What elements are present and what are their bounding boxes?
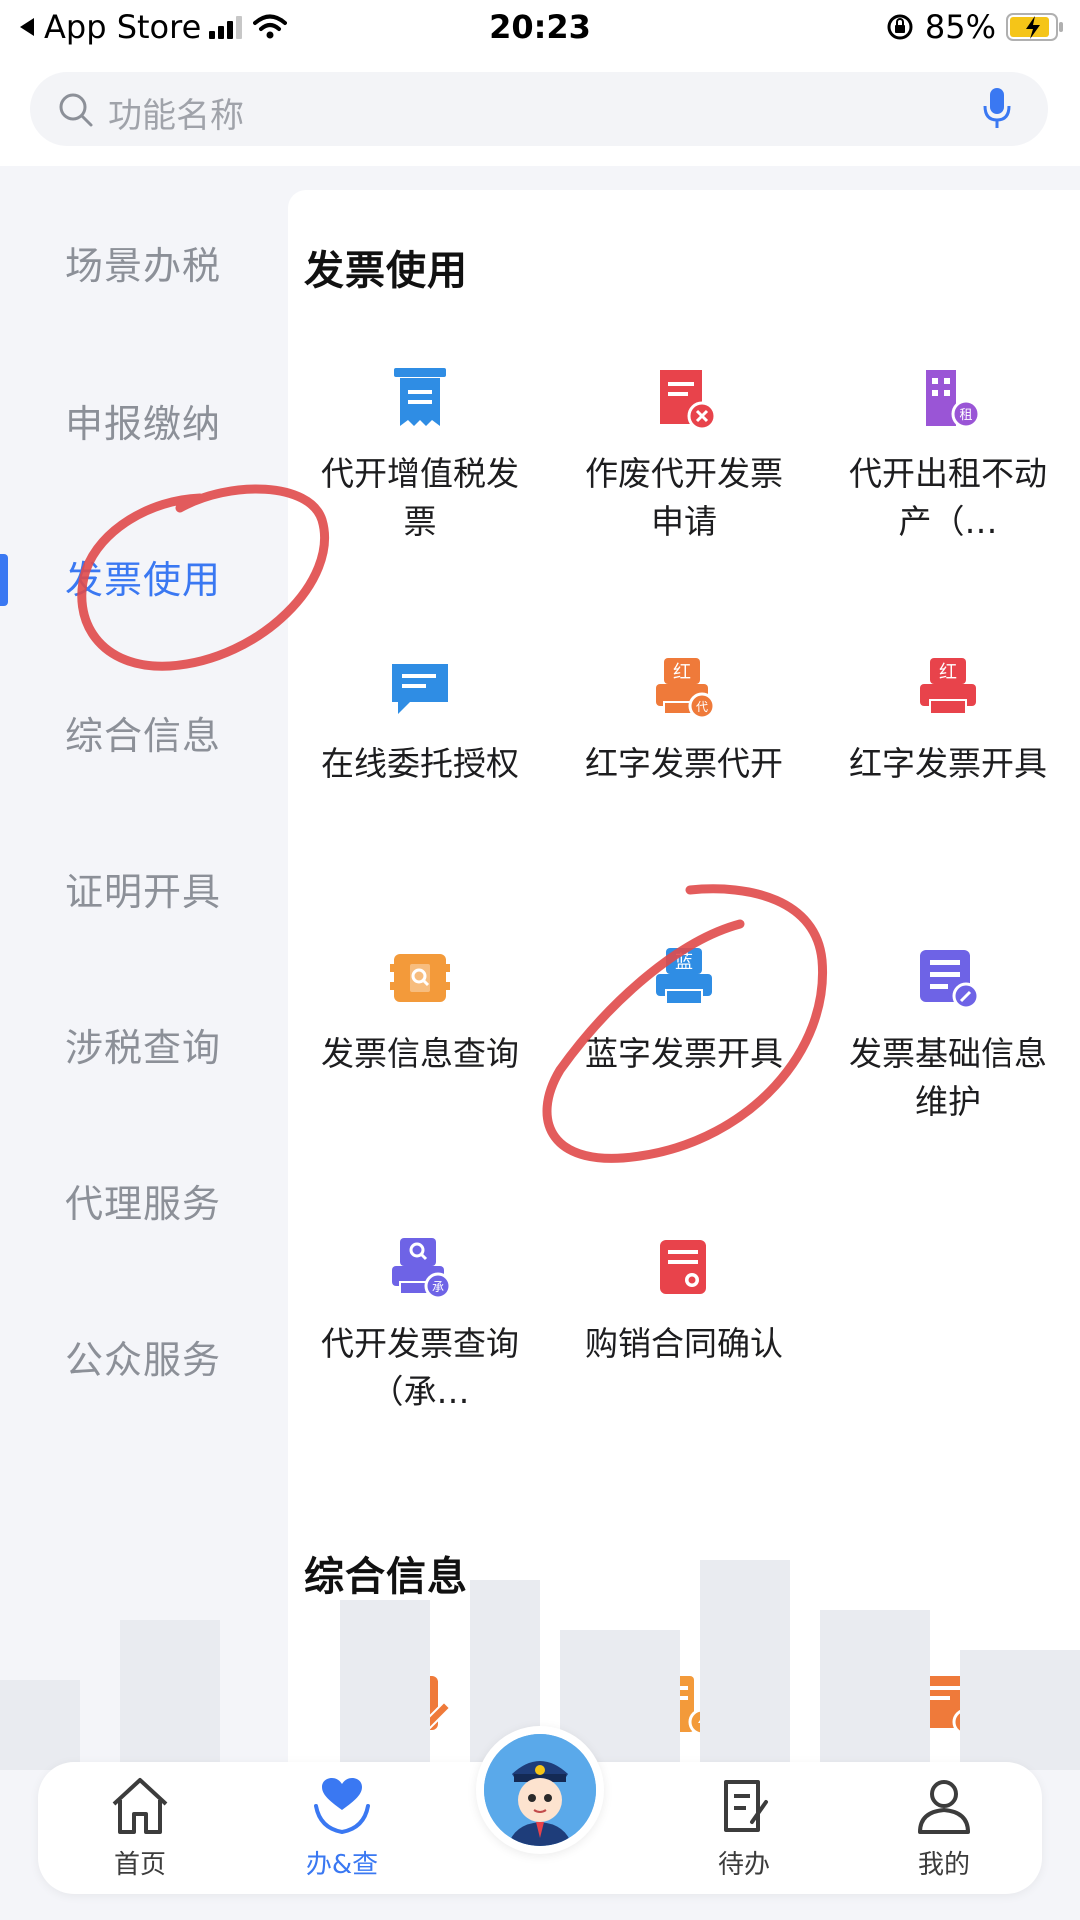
tile-label: 红字发票代开 bbox=[585, 744, 783, 783]
nav-mine[interactable]: 我的 bbox=[874, 1776, 1014, 1886]
tile-agent-rental-property[interactable]: 租 代开出租不动产（… bbox=[816, 366, 1080, 626]
battery-percent: 85% bbox=[924, 8, 996, 46]
tile-label: 发票基础信息维护 bbox=[849, 1034, 1047, 1121]
search-area: 功能名称 bbox=[0, 56, 1080, 166]
nav-handle-query[interactable]: 办&查 bbox=[272, 1776, 412, 1886]
battery-charging-icon bbox=[1006, 12, 1066, 42]
home-icon bbox=[70, 1776, 210, 1840]
center-avatar-button[interactable] bbox=[476, 1726, 604, 1854]
sidebar-item-scene-tax[interactable]: 场景办税 bbox=[0, 226, 286, 306]
tile-label: 购销合同确认 bbox=[585, 1324, 783, 1363]
invoice-maintain-icon bbox=[916, 946, 980, 1010]
sidebar-item-general-info[interactable]: 综合信息 bbox=[0, 696, 286, 776]
tax-officer-avatar-icon bbox=[484, 1734, 596, 1846]
search-icon bbox=[58, 92, 94, 132]
tile-red-invoice-agent[interactable]: 红 代 红字发票代开 bbox=[552, 656, 816, 916]
tile-blue-invoice-issue[interactable]: 蓝 蓝字发票开具 bbox=[552, 946, 816, 1206]
tile-red-invoice-issue[interactable]: 红 红字发票开具 bbox=[816, 656, 1080, 916]
tile-label: 红字发票开具 bbox=[849, 744, 1047, 783]
nav-label: 办&查 bbox=[305, 1850, 379, 1880]
heart-hands-icon bbox=[272, 1776, 412, 1840]
tile-label: 作废代开发票申请 bbox=[585, 454, 783, 541]
search-placeholder: 功能名称 bbox=[108, 96, 244, 136]
search-input[interactable]: 功能名称 bbox=[30, 72, 1048, 146]
tile-issue-vat-invoice[interactable]: 代开增值税发票 bbox=[288, 366, 552, 626]
agent-invoice-query-icon: 承 bbox=[388, 1236, 452, 1300]
nav-home[interactable]: 首页 bbox=[70, 1776, 210, 1886]
tile-void-agent-invoice[interactable]: 作废代开发票申请 bbox=[552, 366, 816, 626]
void-invoice-icon bbox=[652, 366, 717, 431]
sidebar-item-declare-pay[interactable]: 申报缴纳 bbox=[0, 384, 286, 464]
invoice-search-icon bbox=[388, 946, 452, 1010]
svg-text:代: 代 bbox=[696, 700, 708, 714]
svg-text:红: 红 bbox=[939, 662, 957, 683]
status-bar: App Store 20:23 85% bbox=[0, 0, 1080, 56]
sidebar-item-certificate[interactable]: 证明开具 bbox=[0, 852, 286, 932]
tile-label: 发票信息查询 bbox=[321, 1034, 519, 1073]
nav-label: 首页 bbox=[113, 1850, 166, 1880]
user-icon bbox=[874, 1776, 1014, 1840]
content-panel: 发票使用 代开增值税发票 作废代开发票申请 租 代开出租不动产（… 在线委托授权… bbox=[288, 190, 1080, 1770]
svg-text:租: 租 bbox=[959, 408, 972, 423]
tile-agent-invoice-query[interactable]: 承 代开发票查询（承… bbox=[288, 1236, 552, 1496]
svg-text:承: 承 bbox=[432, 1280, 444, 1294]
tile-invoice-info-query[interactable]: 发票信息查询 bbox=[288, 946, 552, 1206]
microphone-icon[interactable] bbox=[982, 86, 1012, 136]
sidebar-item-agency-service[interactable]: 代理服务 bbox=[0, 1164, 286, 1244]
todo-icon bbox=[674, 1776, 814, 1840]
tile-label: 代开发票查询（承… bbox=[321, 1324, 519, 1411]
tile-label: 代开出租不动产（… bbox=[849, 454, 1047, 541]
category-sidebar: 场景办税 申报缴纳 发票使用 综合信息 证明开具 涉税查询 代理服务 公众服务 bbox=[0, 166, 286, 1766]
svg-text:红: 红 bbox=[673, 662, 691, 683]
sidebar-item-public-service[interactable]: 公众服务 bbox=[0, 1320, 286, 1400]
tile-label: 在线委托授权 bbox=[321, 744, 519, 783]
sidebar-item-invoice-use[interactable]: 发票使用 bbox=[0, 540, 286, 620]
nav-label: 待办 bbox=[717, 1850, 770, 1880]
svg-text:蓝: 蓝 bbox=[675, 952, 693, 973]
tile-label: 蓝字发票开具 bbox=[585, 1034, 783, 1073]
nav-todo[interactable]: 待办 bbox=[674, 1776, 814, 1886]
chat-authorize-icon bbox=[388, 656, 452, 720]
sidebar-item-tax-query[interactable]: 涉税查询 bbox=[0, 1008, 286, 1088]
contract-confirm-icon bbox=[652, 1236, 716, 1300]
orientation-lock-icon bbox=[885, 12, 915, 42]
section-title-invoice-use: 发票使用 bbox=[304, 248, 468, 294]
tile-contract-confirm[interactable]: 购销合同确认 bbox=[552, 1236, 816, 1496]
nav-label: 我的 bbox=[917, 1850, 970, 1880]
tile-label: 代开增值税发票 bbox=[321, 454, 519, 541]
receipt-icon bbox=[388, 366, 452, 430]
red-invoice-agent-icon: 红 代 bbox=[652, 656, 716, 720]
blue-invoice-printer-icon: 蓝 bbox=[652, 946, 716, 1010]
rental-building-icon: 租 bbox=[916, 366, 981, 430]
tile-online-authorize[interactable]: 在线委托授权 bbox=[288, 656, 552, 916]
red-invoice-printer-icon: 红 bbox=[916, 656, 980, 720]
tile-invoice-basic-maintain[interactable]: 发票基础信息维护 bbox=[816, 946, 1080, 1206]
